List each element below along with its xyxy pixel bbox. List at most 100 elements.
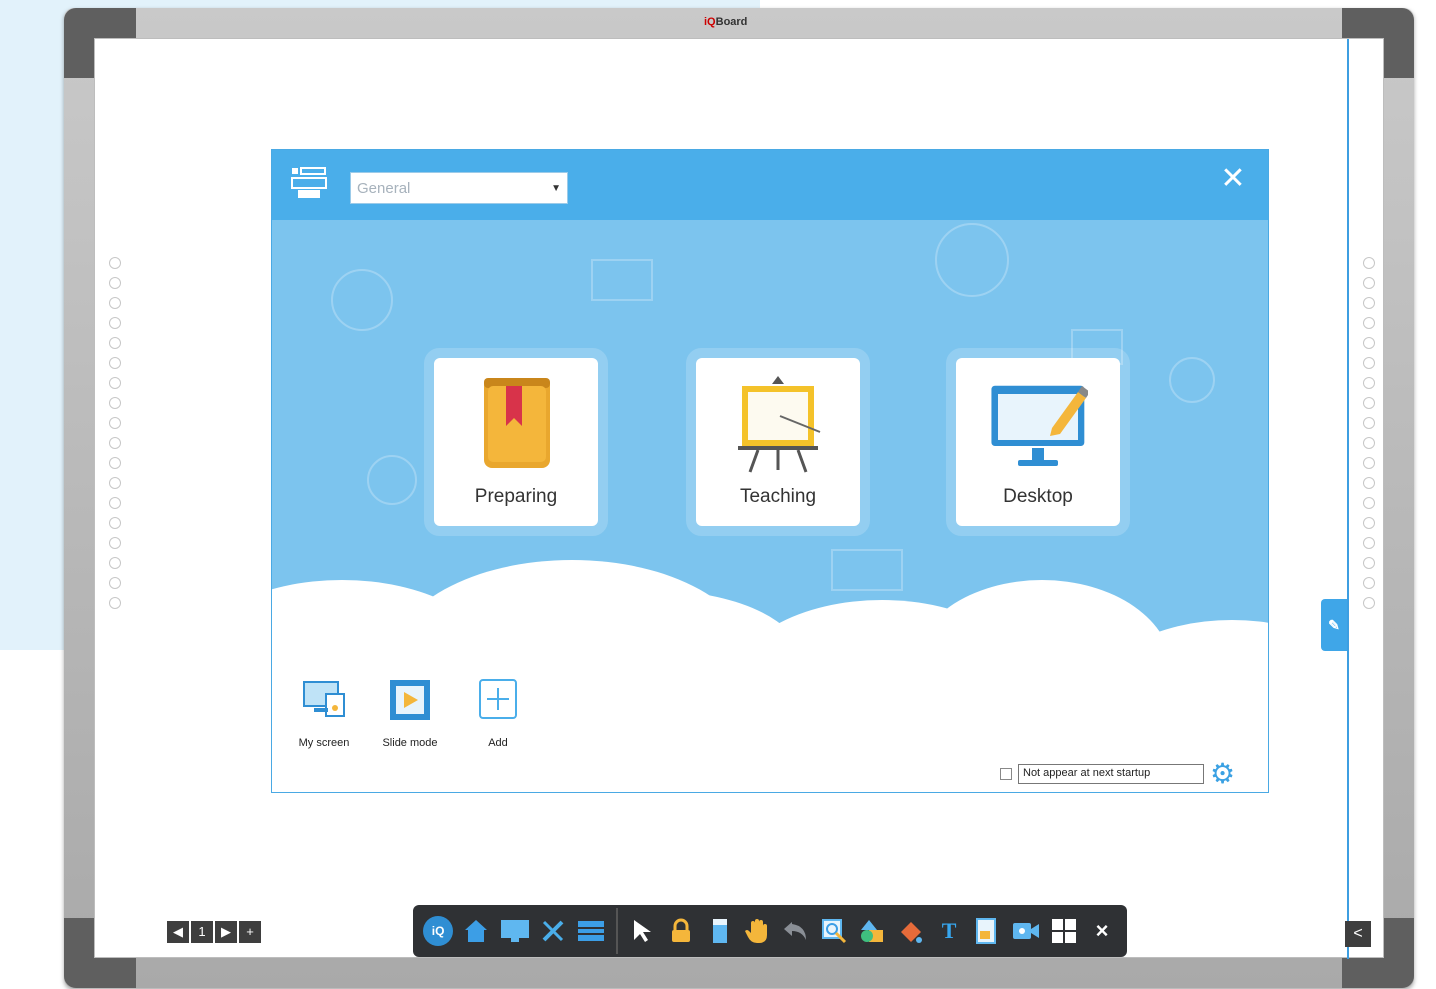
- side-tool-icon[interactable]: [1363, 317, 1375, 329]
- screen-icon[interactable]: [497, 913, 531, 949]
- side-tool-icon[interactable]: [1363, 497, 1375, 509]
- pen-tab-icon[interactable]: ✎: [1321, 599, 1347, 651]
- side-tool-icon[interactable]: [109, 337, 121, 349]
- undo-icon[interactable]: [779, 913, 813, 949]
- not-appear-checkbox[interactable]: [1000, 768, 1012, 780]
- monitor-pencil-icon: [991, 385, 1088, 466]
- eraser-icon[interactable]: [703, 913, 737, 949]
- mode-select[interactable]: General ▼: [350, 172, 568, 204]
- side-tool-icon[interactable]: [109, 457, 121, 469]
- shortcut-add[interactable]: Add: [458, 678, 538, 749]
- shortcut-label: Add: [488, 737, 508, 749]
- side-tool-icon[interactable]: [109, 357, 121, 369]
- right-side-toolbar: [1363, 257, 1379, 609]
- easel-icon: [738, 376, 821, 473]
- fill-icon[interactable]: [894, 913, 928, 949]
- side-tool-icon[interactable]: [1363, 417, 1375, 429]
- gear-icon[interactable]: ⚙: [1210, 760, 1235, 788]
- side-tool-icon[interactable]: [109, 417, 121, 429]
- side-tool-icon[interactable]: [109, 277, 121, 289]
- prev-page-button[interactable]: ◀: [167, 921, 189, 943]
- side-tool-icon[interactable]: [1363, 277, 1375, 289]
- whiteboard-frame: iQBoard ✎ General ▼ ✕ Preparing Teaching…: [64, 8, 1414, 988]
- side-tool-icon[interactable]: [109, 537, 121, 549]
- side-tool-icon[interactable]: [109, 497, 121, 509]
- shape-icon[interactable]: [855, 913, 889, 949]
- side-tool-icon[interactable]: [1363, 597, 1375, 609]
- tile-teaching[interactable]: Teaching: [696, 358, 860, 526]
- printer-board-icon: [291, 167, 327, 198]
- dialog-header: General ▼ ✕: [272, 150, 1268, 220]
- iq-menu-button[interactable]: iQ: [421, 913, 455, 949]
- shortcut-slide-mode[interactable]: Slide mode: [370, 678, 450, 749]
- side-tool-icon[interactable]: [1363, 357, 1375, 369]
- select-arrow-icon[interactable]: [626, 913, 660, 949]
- record-icon[interactable]: [1008, 913, 1042, 949]
- close-icon[interactable]: ×: [1085, 913, 1119, 949]
- grid-icon[interactable]: [1047, 913, 1081, 949]
- zoom-icon[interactable]: [817, 913, 851, 949]
- start-dialog: General ▼ ✕ Preparing Teaching Desktop M…: [271, 149, 1269, 793]
- chevron-down-icon: ▼: [551, 182, 561, 194]
- side-tool-icon[interactable]: [109, 317, 121, 329]
- tile-preparing[interactable]: Preparing: [434, 358, 598, 526]
- next-page-button[interactable]: ▶: [215, 921, 237, 943]
- mode-select-value: General: [357, 179, 411, 197]
- not-appear-label: Not appear at next startup: [1018, 764, 1204, 784]
- side-tool-icon[interactable]: [1363, 577, 1375, 589]
- side-tool-icon[interactable]: [109, 257, 121, 269]
- side-tool-icon[interactable]: [1363, 517, 1375, 529]
- side-tool-icon[interactable]: [1363, 257, 1375, 269]
- page-controls: ◀ 1 ▶ +: [167, 921, 261, 943]
- slide-play-icon: [390, 680, 430, 720]
- side-tool-icon[interactable]: [1363, 557, 1375, 569]
- side-tool-icon[interactable]: [1363, 537, 1375, 549]
- side-tool-icon[interactable]: [109, 377, 121, 389]
- collapse-button[interactable]: <: [1345, 921, 1371, 947]
- side-tool-icon[interactable]: [109, 397, 121, 409]
- tile-label: Teaching: [739, 486, 817, 507]
- panel-icon[interactable]: [574, 913, 608, 949]
- shortcut-label: My screen: [298, 737, 350, 749]
- add-icon: [479, 679, 517, 719]
- side-tool-icon[interactable]: [109, 517, 121, 529]
- text-icon[interactable]: T: [932, 913, 966, 949]
- side-tool-icon[interactable]: [109, 437, 121, 449]
- doc-icon[interactable]: [970, 913, 1004, 949]
- close-icon[interactable]: ✕: [1218, 164, 1248, 194]
- side-tool-icon[interactable]: [1363, 397, 1375, 409]
- side-tool-icon[interactable]: [109, 477, 121, 489]
- screen-share-icon: [303, 681, 345, 717]
- add-page-button[interactable]: +: [239, 921, 261, 943]
- lock-icon[interactable]: [664, 913, 698, 949]
- toolbar-separator: [616, 908, 619, 954]
- main-toolbar: iQ T ×: [413, 905, 1127, 957]
- brand-logo: iQBoard: [704, 16, 748, 28]
- hand-icon[interactable]: [741, 913, 775, 949]
- whiteboard-surface[interactable]: ✎ General ▼ ✕ Preparing Teaching Desktop…: [94, 38, 1384, 959]
- side-tool-icon[interactable]: [109, 577, 121, 589]
- iq-logo: iQ: [423, 916, 454, 946]
- side-tool-icon[interactable]: [1363, 477, 1375, 489]
- shortcut-my-screen[interactable]: My screen: [284, 678, 364, 749]
- tile-label: Desktop: [1003, 486, 1073, 507]
- board-edge-line: [1347, 39, 1349, 959]
- tile-label: Preparing: [474, 486, 558, 507]
- side-tool-icon[interactable]: [1363, 377, 1375, 389]
- side-tool-icon[interactable]: [109, 597, 121, 609]
- side-tool-icon[interactable]: [1363, 457, 1375, 469]
- tile-desktop[interactable]: Desktop: [956, 358, 1120, 526]
- side-tool-icon[interactable]: [1363, 297, 1375, 309]
- side-tool-icon[interactable]: [1363, 437, 1375, 449]
- home-icon[interactable]: [459, 913, 493, 949]
- side-tool-icon[interactable]: [1363, 337, 1375, 349]
- page-number[interactable]: 1: [191, 921, 213, 943]
- book-icon: [484, 378, 550, 468]
- screenshot: iQBoard ✎ General ▼ ✕ Preparing Teaching…: [0, 0, 1436, 989]
- tools-icon[interactable]: [536, 913, 570, 949]
- side-tool-icon[interactable]: [109, 557, 121, 569]
- left-side-toolbar: [109, 257, 125, 609]
- shortcut-label: Slide mode: [382, 737, 438, 749]
- startup-option: Not appear at next startup ⚙: [1000, 760, 1235, 788]
- side-tool-icon[interactable]: [109, 297, 121, 309]
